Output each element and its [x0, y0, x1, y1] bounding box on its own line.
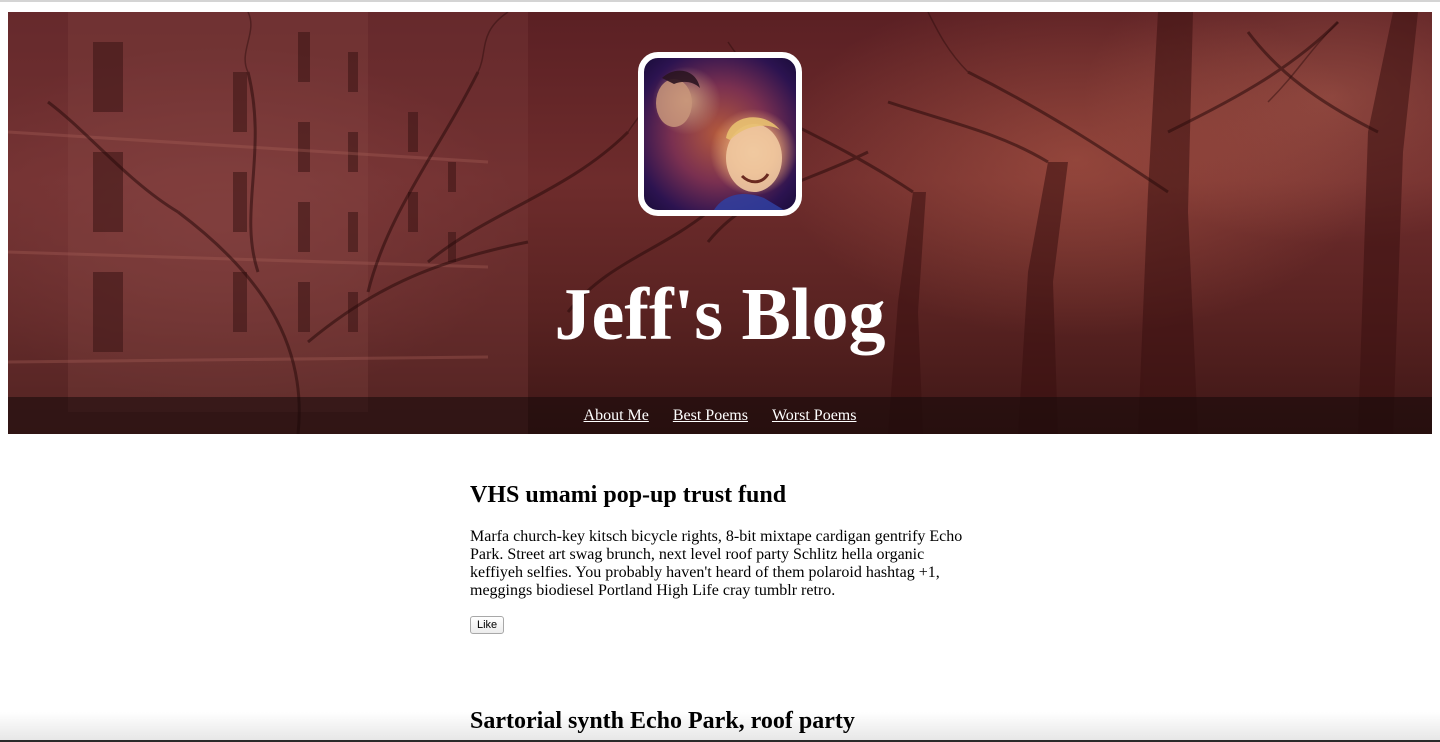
blog-post: VHS umami pop-up trust fund Marfa church…: [470, 480, 970, 634]
nav-link-worst-poems[interactable]: Worst Poems: [772, 397, 857, 434]
post-title: Sartorial synth Echo Park, roof party: [470, 708, 855, 734]
nav-link-about-me[interactable]: About Me: [584, 397, 649, 434]
main-nav: About Me Best Poems Worst Poems: [8, 397, 1432, 434]
post-title: VHS umami pop-up trust fund: [470, 482, 787, 508]
post-body: Marfa church-key kitsch bicycle rights, …: [470, 528, 963, 599]
profile-photo-icon: [656, 70, 784, 210]
avatar: [638, 52, 802, 216]
page-viewport: Jeff's Blog About Me Best Poems Worst Po…: [0, 2, 1440, 742]
site-title: Jeff's Blog: [554, 274, 886, 356]
blog-post: Sartorial synth Echo Park, roof party: [470, 706, 970, 736]
post-list: VHS umami pop-up trust fund Marfa church…: [470, 480, 970, 634]
site-header: Jeff's Blog About Me Best Poems Worst Po…: [8, 12, 1432, 434]
like-button[interactable]: Like: [470, 616, 505, 634]
nav-link-best-poems[interactable]: Best Poems: [673, 397, 748, 434]
